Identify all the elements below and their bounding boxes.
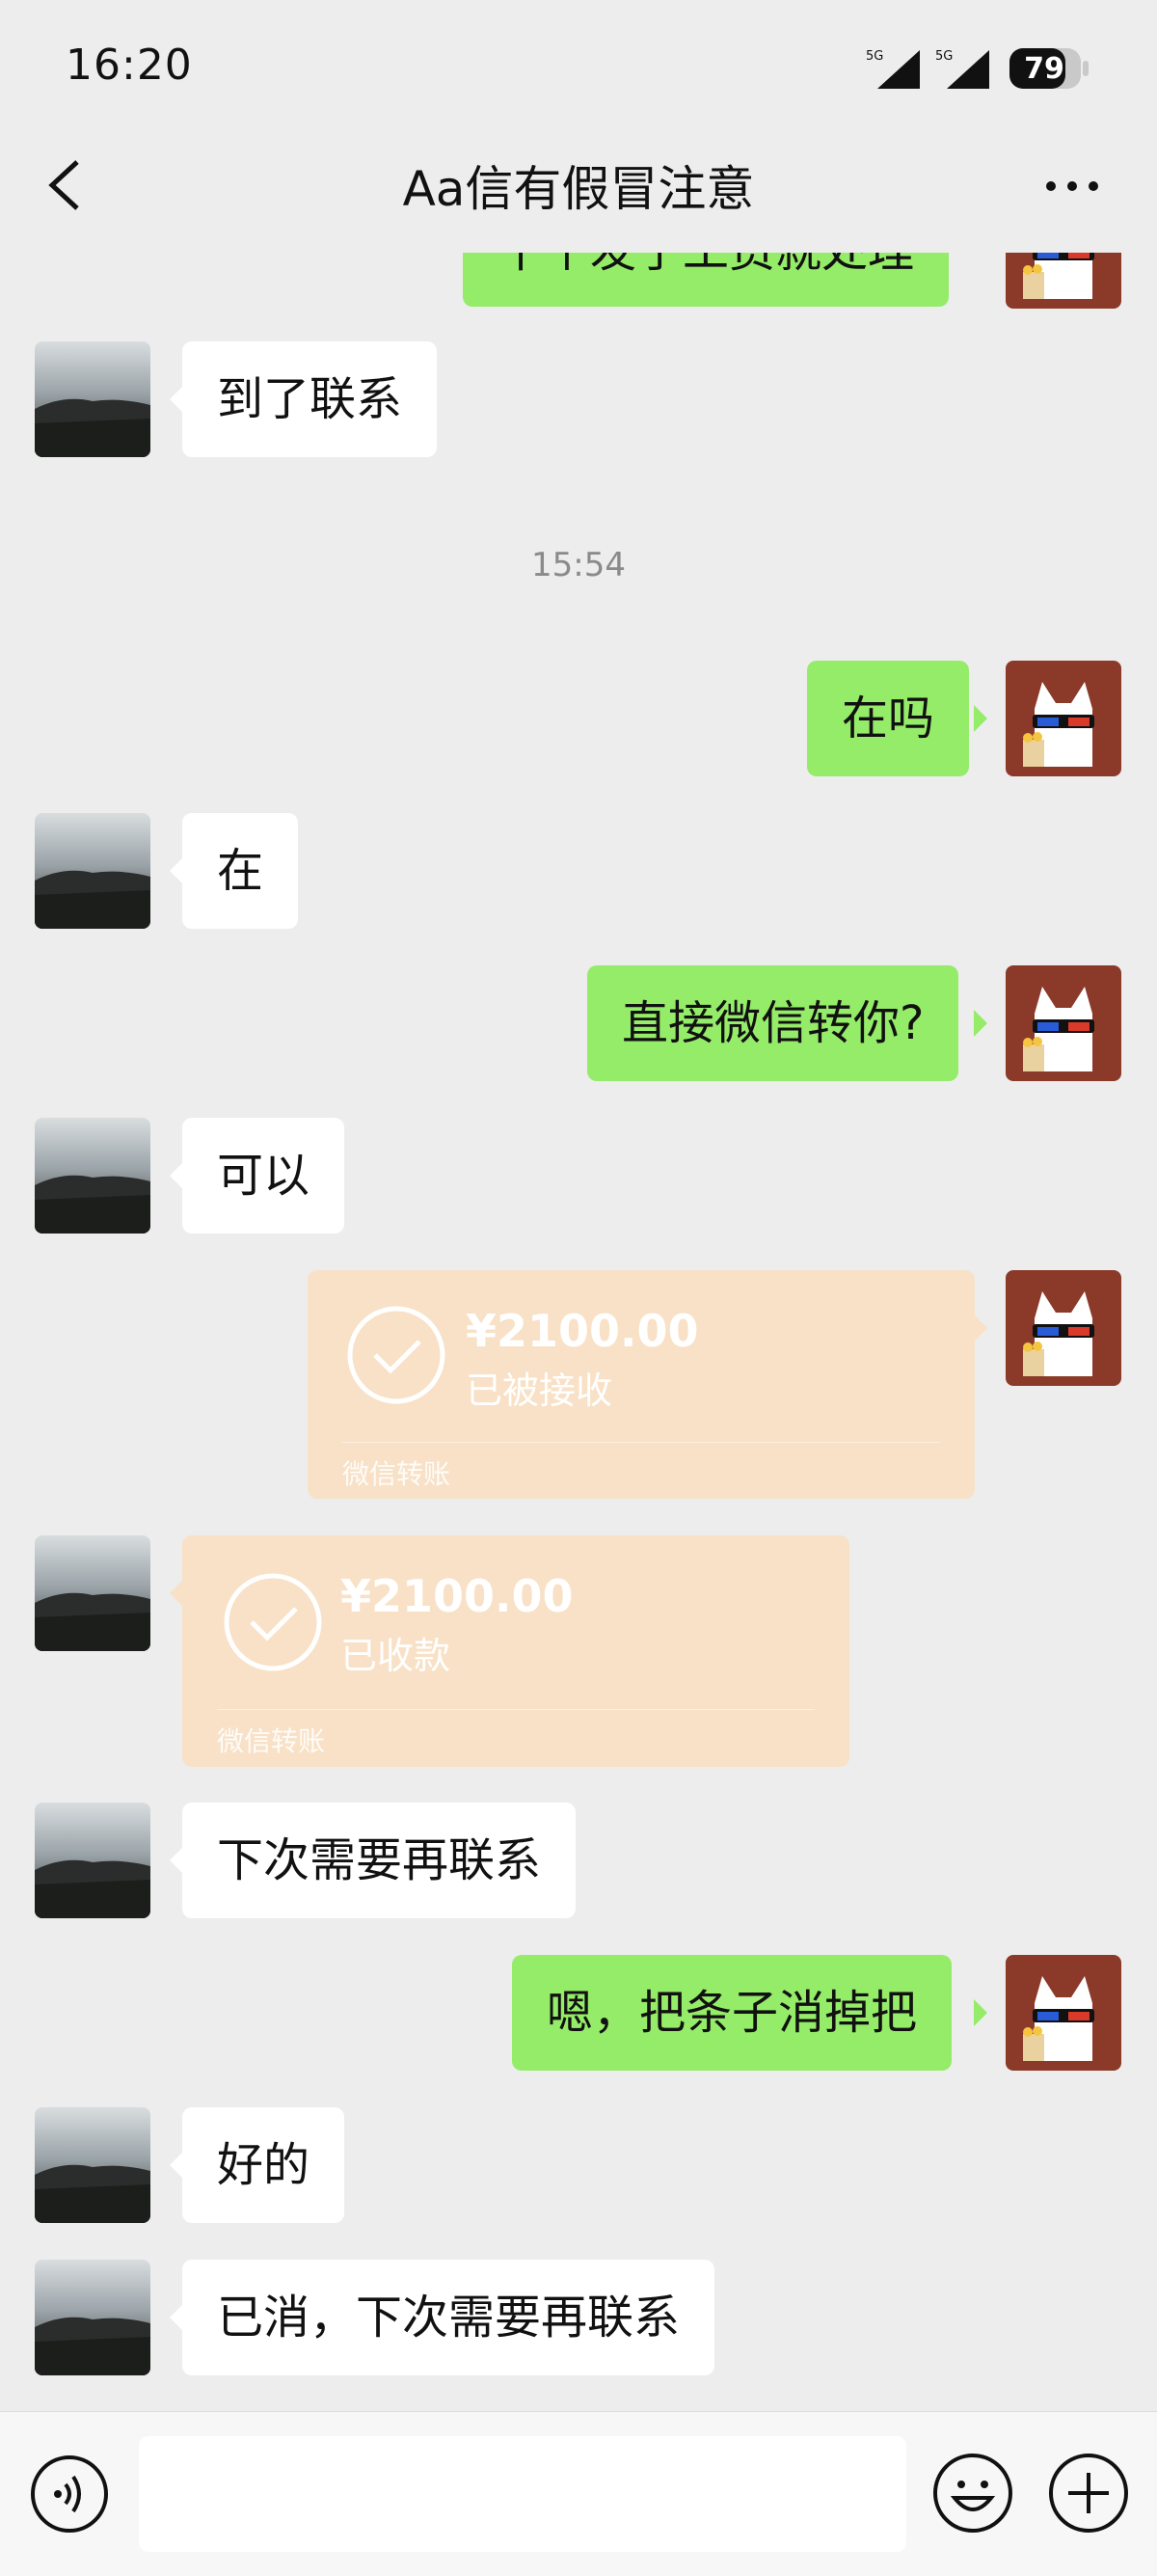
contact-avatar[interactable]	[35, 341, 150, 457]
more-options-button[interactable]	[1041, 162, 1103, 210]
contact-avatar[interactable]	[35, 1118, 150, 1234]
transfer-status: 已被接收	[466, 1369, 613, 1412]
more-actions-button[interactable]	[1047, 2452, 1130, 2535]
contact-avatar[interactable]	[35, 2260, 150, 2375]
message-bubble-out[interactable]: 十个发了工资就处理	[463, 253, 950, 307]
self-avatar[interactable]	[1006, 1270, 1121, 1386]
bubble-tail	[170, 857, 183, 884]
self-avatar[interactable]	[1006, 965, 1121, 1081]
status-time: 16:20	[66, 41, 193, 90]
self-avatar[interactable]	[1006, 253, 1121, 309]
contact-avatar[interactable]	[35, 1803, 150, 1918]
back-button[interactable]	[42, 154, 91, 216]
contact-avatar[interactable]	[35, 813, 150, 929]
message-bubble-out[interactable]: 嗯，把条子消掉把	[512, 1955, 953, 2071]
check-circle-icon	[347, 1306, 445, 1404]
bubble-tail	[974, 705, 987, 732]
bubble-tail	[170, 1162, 183, 1189]
cellular-signal-icon: 5G	[864, 48, 922, 91]
emoji-button[interactable]	[931, 2452, 1014, 2535]
voice-input-button[interactable]	[29, 2454, 110, 2535]
bubble-tail	[974, 1999, 987, 2026]
voice-icon	[31, 2455, 108, 2533]
divider	[342, 1442, 940, 1443]
transfer-status: 已收款	[340, 1635, 451, 1677]
self-avatar[interactable]	[1006, 1955, 1121, 2071]
battery-level: 79	[1024, 52, 1064, 86]
message-bubble-in[interactable]: 已消，下次需要再联系	[182, 2260, 715, 2375]
network-label-2: 5G	[935, 49, 953, 64]
transfer-label: 微信转账	[217, 1725, 326, 1757]
message-bubble-in[interactable]: 在	[182, 813, 299, 929]
message-bubble-in[interactable]: 下次需要再联系	[182, 1803, 577, 1918]
bubble-tail	[170, 386, 183, 413]
self-avatar[interactable]	[1006, 661, 1121, 776]
transfer-amount: ¥2100.00	[466, 1305, 699, 1357]
message-bubble-in[interactable]: 可以	[182, 1118, 345, 1234]
chat-title: Aa信有假冒注意	[402, 161, 755, 217]
transfer-amount: ¥2100.00	[340, 1570, 574, 1622]
contact-avatar[interactable]	[35, 2107, 150, 2223]
message-bubble-out[interactable]: 在吗	[807, 661, 970, 776]
bubble-tail	[974, 1010, 987, 1037]
transfer-card-out[interactable]: ¥2100.00 已被接收 微信转账	[308, 1270, 975, 1499]
message-bubble-in[interactable]: 到了联系	[182, 341, 438, 457]
transfer-label: 微信转账	[342, 1458, 451, 1490]
check-circle-icon	[224, 1573, 322, 1671]
transfer-card-in[interactable]: ¥2100.00 已收款 微信转账	[182, 1535, 849, 1767]
bubble-tail	[170, 2152, 183, 2179]
message-input[interactable]	[139, 2436, 906, 2552]
more-dots-icon	[1046, 181, 1098, 191]
battery-icon: 79	[1009, 46, 1091, 91]
bubble-tail	[170, 1580, 183, 1607]
emoji-icon	[933, 2454, 1012, 2533]
bubble-tail	[974, 1315, 987, 1342]
message-bubble-out[interactable]: 直接微信转你?	[587, 965, 959, 1081]
cellular-signal-icon-2: 5G	[933, 48, 991, 91]
bubble-tail	[170, 2304, 183, 2331]
chevron-left-icon	[48, 160, 79, 210]
message-bubble-in[interactable]: 好的	[182, 2107, 345, 2223]
plus-icon	[1049, 2454, 1128, 2533]
network-label: 5G	[866, 49, 883, 64]
divider	[217, 1709, 815, 1710]
bubble-tail	[170, 1847, 183, 1874]
contact-avatar[interactable]	[35, 1535, 150, 1651]
message-timestamp: 15:54	[531, 546, 626, 584]
chat-area[interactable]: 十个发了工资就处理 到了联系 15:54 在吗 在 直接微信转你? 可以 ¥21…	[0, 253, 1157, 2411]
